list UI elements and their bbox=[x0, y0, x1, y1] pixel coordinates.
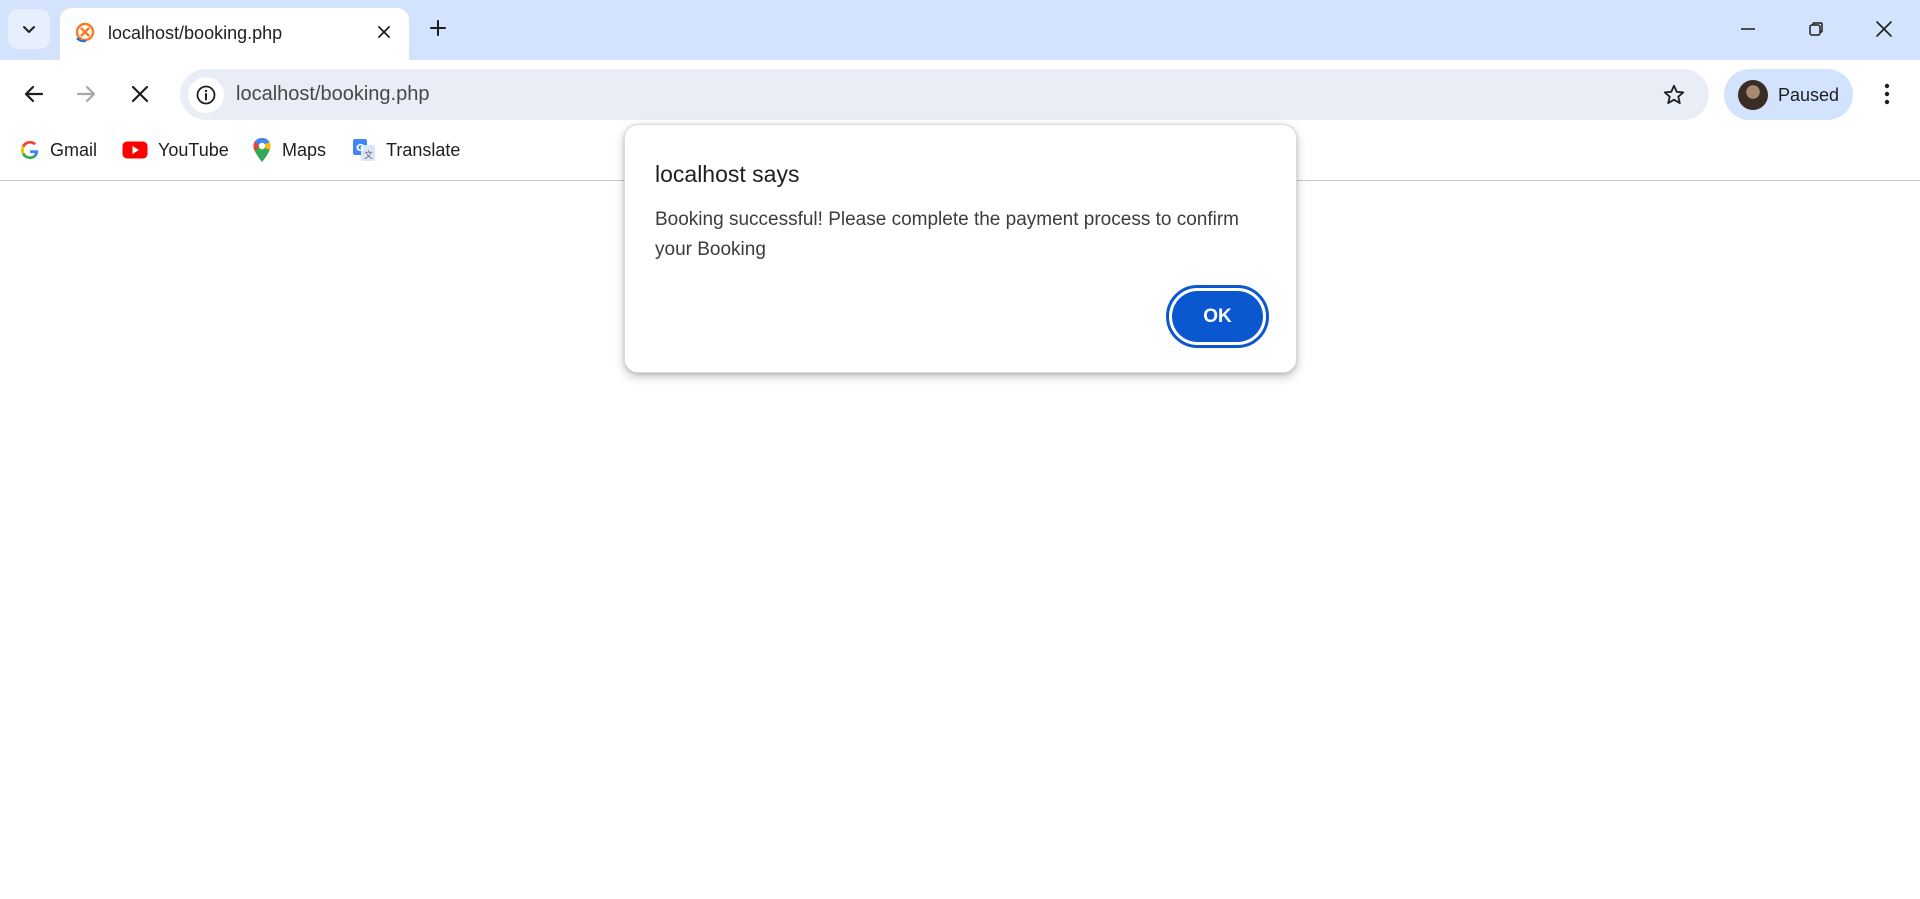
arrow-left-icon bbox=[24, 85, 44, 103]
tab-close-button[interactable] bbox=[370, 18, 398, 46]
address-url[interactable]: localhost/booking.php bbox=[236, 81, 429, 107]
address-bar[interactable]: localhost/booking.php bbox=[180, 69, 1709, 120]
ok-button[interactable]: OK bbox=[1166, 285, 1269, 348]
bookmark-label: Translate bbox=[386, 140, 461, 160]
minimize-icon bbox=[1741, 28, 1755, 30]
bookmark-youtube[interactable]: YouTube bbox=[122, 136, 229, 164]
active-tab[interactable]: localhost/booking.php bbox=[60, 8, 409, 60]
bookmark-label: Gmail bbox=[50, 140, 98, 160]
info-icon bbox=[196, 85, 216, 105]
stop-loading-button[interactable] bbox=[120, 74, 160, 114]
arrow-right-icon bbox=[76, 85, 96, 103]
avatar bbox=[1738, 80, 1768, 110]
bookmark-translate[interactable]: G 文 Translate bbox=[352, 136, 460, 164]
restore-button[interactable] bbox=[1784, 0, 1848, 58]
site-info-button[interactable] bbox=[188, 77, 224, 113]
tab-title: localhost/booking.php bbox=[108, 23, 283, 43]
bookmark-gmail[interactable]: Gmail bbox=[20, 136, 97, 164]
back-button[interactable] bbox=[14, 74, 54, 114]
close-window-button[interactable] bbox=[1852, 0, 1916, 58]
svg-text:G: G bbox=[356, 143, 364, 154]
profile-status-label: Paused bbox=[1778, 85, 1840, 105]
close-icon bbox=[131, 85, 149, 103]
svg-text:文: 文 bbox=[364, 149, 373, 161]
star-icon bbox=[1663, 84, 1685, 104]
translate-icon: G 文 bbox=[353, 139, 375, 161]
new-tab-button[interactable] bbox=[420, 10, 456, 46]
ok-button-label: OK bbox=[1172, 291, 1263, 342]
dialog-title: localhost says bbox=[655, 161, 800, 187]
maps-pin-icon bbox=[253, 138, 271, 162]
browser-menu-button[interactable] bbox=[1868, 74, 1906, 114]
close-icon bbox=[1876, 21, 1892, 37]
forward-button[interactable] bbox=[66, 74, 106, 114]
bookmark-maps[interactable]: Maps bbox=[252, 136, 326, 164]
dialog-message: Booking successful! Please complete the … bbox=[655, 209, 1240, 260]
alert-dialog: localhost says Booking successful! Pleas… bbox=[624, 124, 1297, 373]
close-icon bbox=[378, 26, 390, 38]
tab-strip: localhost/booking.php bbox=[0, 0, 1920, 60]
more-vertical-icon bbox=[1884, 83, 1890, 105]
tab-search-button[interactable] bbox=[8, 9, 50, 49]
youtube-icon bbox=[122, 141, 148, 159]
bookmark-star-button[interactable] bbox=[1656, 77, 1692, 113]
profile-button[interactable]: Paused bbox=[1724, 69, 1853, 120]
google-g-icon bbox=[21, 141, 39, 159]
chevron-down-icon bbox=[23, 26, 35, 33]
xampp-favicon-icon bbox=[75, 22, 95, 43]
bookmark-label: Maps bbox=[282, 140, 327, 160]
minimize-button[interactable] bbox=[1716, 0, 1780, 58]
restore-icon bbox=[1809, 22, 1823, 36]
bookmark-label: YouTube bbox=[158, 140, 229, 160]
plus-icon bbox=[430, 20, 446, 36]
